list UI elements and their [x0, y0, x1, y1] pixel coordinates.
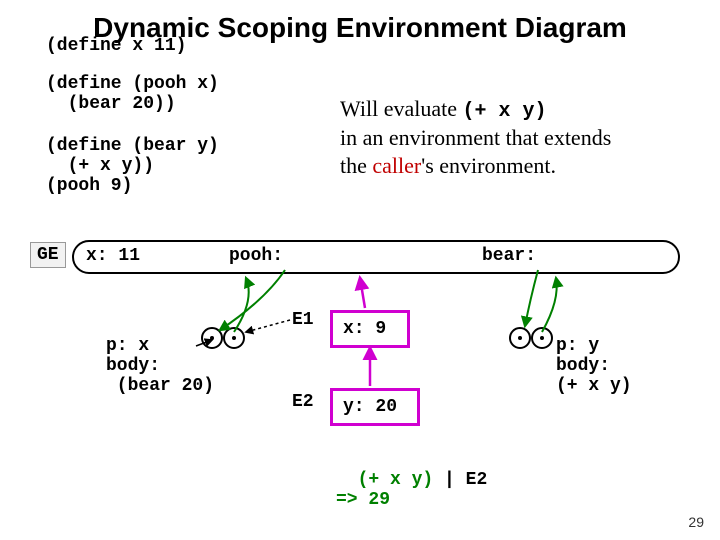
- proc-body-pooh: p: x body: (bear 20): [106, 336, 214, 396]
- proc-body-bear: p: y body: (+ x y): [556, 336, 632, 396]
- code-def-pooh: (define (pooh x) (bear 20)): [46, 74, 219, 114]
- eval-value: => 29: [336, 490, 390, 510]
- env-e1-label: E1: [292, 310, 314, 330]
- eval-expr: (+ x y): [358, 470, 434, 490]
- code-def-bear: (define (bear y) (+ x y)) (pooh 9): [46, 136, 219, 196]
- explain-code: (+ x y): [463, 100, 547, 123]
- explanation-text: Will evaluate (+ x y) in an environment …: [340, 95, 611, 179]
- explain-caller: caller: [372, 153, 421, 178]
- ge-frame: x: 11 pooh: bear:: [72, 240, 680, 274]
- ge-bear: bear:: [482, 246, 536, 266]
- explain-line1a: Will evaluate: [340, 96, 463, 121]
- env-e1-box: x: 9: [330, 310, 410, 348]
- explain-line3c: 's environment.: [421, 153, 556, 178]
- page-number: 29: [688, 514, 704, 530]
- env-e2-box: y: 20: [330, 388, 420, 426]
- env-e2-label: E2: [292, 392, 314, 412]
- explain-line2: in an environment that extends: [340, 125, 611, 150]
- eval-result: (+ x y) | E2 => 29: [336, 450, 487, 510]
- ge-label: GE: [30, 242, 66, 268]
- code-def-x: (define x 11): [46, 36, 186, 56]
- ge-x: x: 11: [86, 246, 140, 266]
- ge-pooh: pooh:: [229, 246, 283, 266]
- eval-env: | E2: [433, 470, 487, 490]
- explain-line3a: the: [340, 153, 372, 178]
